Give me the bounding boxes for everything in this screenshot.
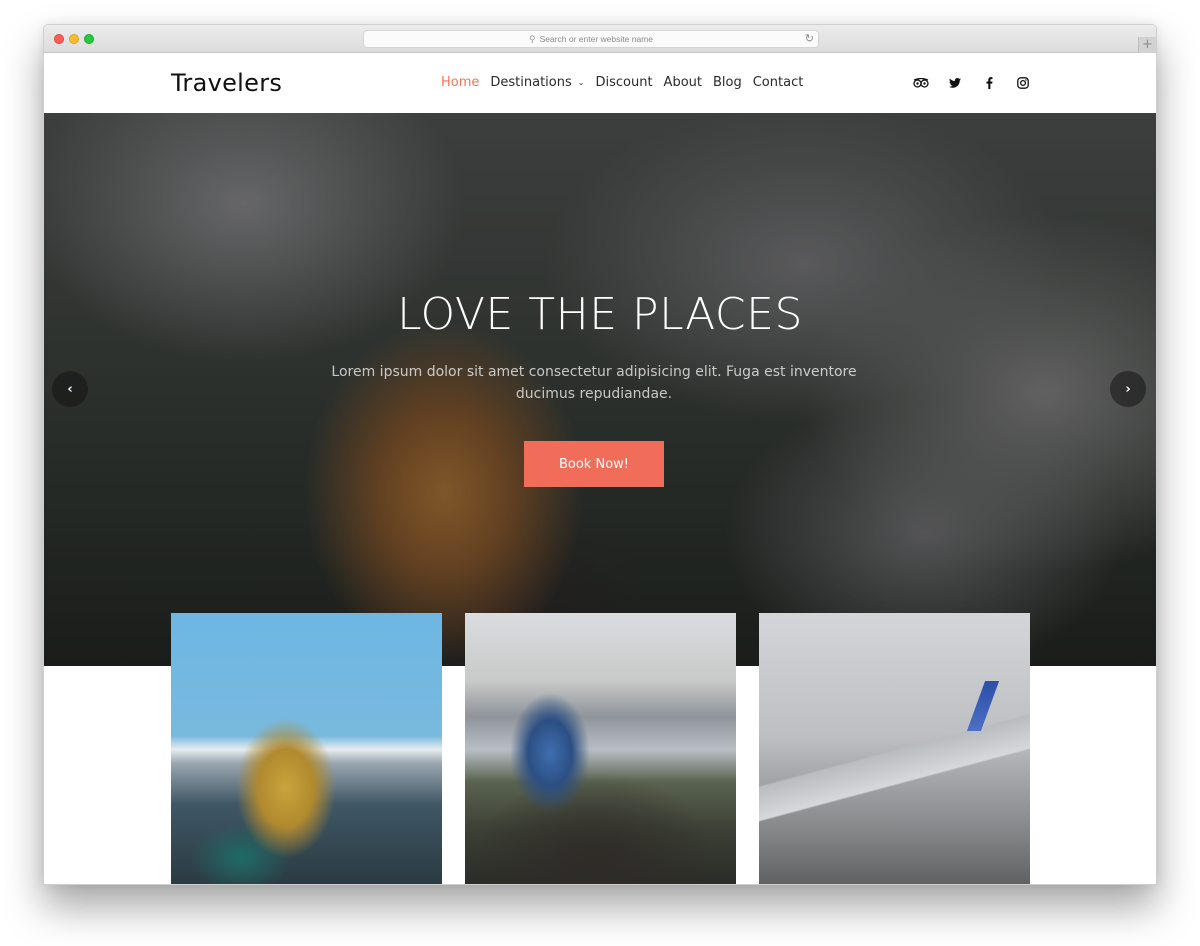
tripadvisor-icon[interactable] — [904, 75, 938, 91]
site-logo[interactable]: Travelers — [171, 69, 282, 97]
wing-tip-decoration — [966, 681, 1000, 731]
nav-discount-label: Discount — [595, 75, 653, 90]
chevron-down-icon: ⌄ — [577, 78, 585, 87]
address-placeholder: Search or enter website name — [539, 34, 653, 44]
nav-home[interactable]: Home — [441, 75, 479, 90]
nav-discount[interactable]: Discount — [595, 75, 652, 90]
browser-window: ⚲ Search or enter website name ↻ + Trave… — [43, 24, 1157, 885]
close-window-button[interactable] — [54, 34, 64, 44]
search-icon: ⚲ — [529, 33, 536, 44]
hero-subtitle: Lorem ipsum dolor sit amet consectetur a… — [331, 364, 857, 402]
nav-destinations-label: Destinations — [490, 75, 572, 90]
maximize-window-button[interactable] — [84, 34, 94, 44]
nav-blog-label: Blog — [712, 75, 742, 90]
hero-slider: LOVE THE PLACES Lorem ipsum dolor sit am… — [44, 113, 1156, 666]
slider-next-button[interactable]: › — [1110, 371, 1146, 407]
nav-about-label: About — [663, 75, 702, 90]
destination-card-hiker[interactable] — [171, 613, 442, 884]
plus-icon: + — [1142, 37, 1153, 52]
new-tab-button[interactable]: + — [1138, 37, 1156, 53]
main-nav: Home Destinations ⌄ Discount About Blog C… — [441, 75, 814, 90]
facebook-icon[interactable] — [972, 75, 1006, 91]
chevron-right-icon: › — [1125, 381, 1131, 397]
hero-title: LOVE THE PLACES — [397, 289, 803, 340]
nav-blog[interactable]: Blog — [713, 75, 742, 90]
minimize-window-button[interactable] — [69, 34, 79, 44]
reload-icon[interactable]: ↻ — [805, 32, 814, 45]
destination-card-airplane-wing[interactable] — [759, 613, 1030, 884]
nav-about[interactable]: About — [664, 75, 702, 90]
site-header: Travelers Home Destinations ⌄ Discount Ab… — [44, 53, 1156, 113]
nav-destinations[interactable]: Destinations ⌄ — [490, 75, 584, 90]
destination-card-photographer[interactable] — [465, 613, 736, 884]
social-links — [904, 75, 1040, 91]
destination-cards — [171, 613, 1031, 884]
book-now-button[interactable]: Book Now! — [524, 441, 664, 487]
chevron-left-icon: ‹ — [67, 381, 73, 397]
browser-titlebar: ⚲ Search or enter website name ↻ + — [44, 25, 1156, 53]
address-bar[interactable]: ⚲ Search or enter website name ↻ — [363, 30, 819, 48]
nav-contact[interactable]: Contact — [753, 75, 804, 90]
nav-contact-label: Contact — [752, 75, 804, 90]
slider-prev-button[interactable]: ‹ — [52, 371, 88, 407]
instagram-icon[interactable] — [1006, 75, 1040, 91]
nav-home-label: Home — [441, 75, 480, 90]
twitter-icon[interactable] — [938, 75, 972, 91]
